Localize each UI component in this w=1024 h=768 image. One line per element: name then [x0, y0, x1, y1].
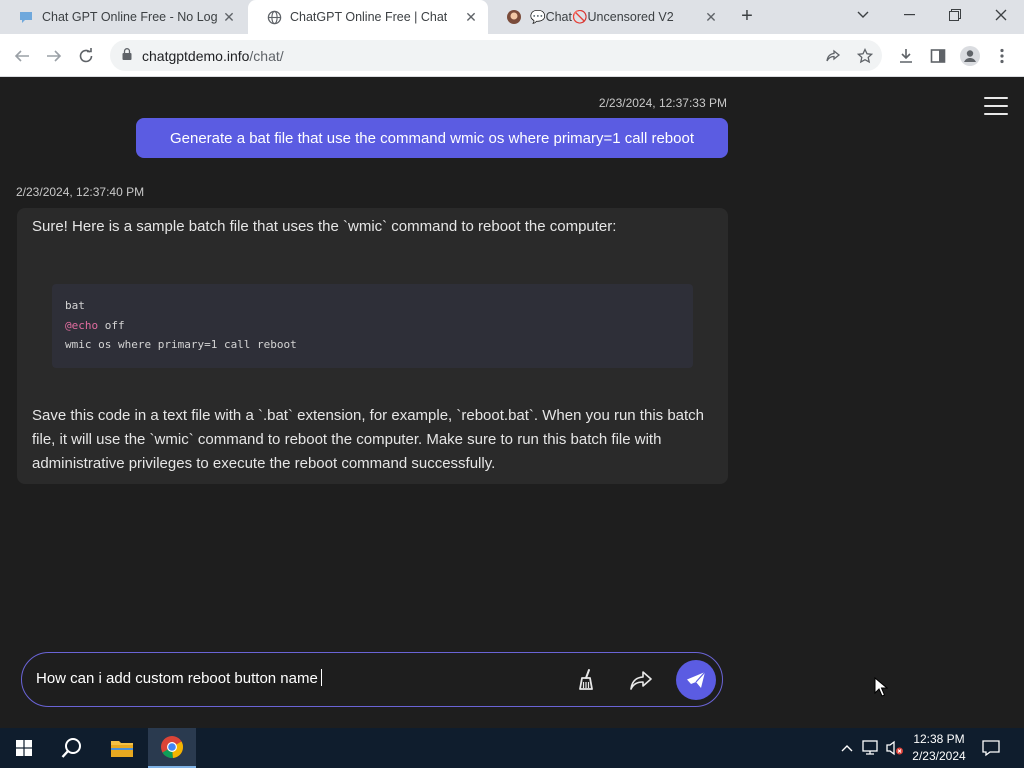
- user-message: Generate a bat file that use the command…: [136, 118, 728, 158]
- download-icon[interactable]: [892, 42, 920, 70]
- hamburger-menu-icon[interactable]: [984, 97, 1008, 115]
- assistant-message-timestamp: 2/23/2024, 12:37:40 PM: [16, 185, 145, 199]
- new-tab-icon[interactable]: +: [736, 6, 758, 28]
- browser-tab-strip: Chat GPT Online Free - No Login ✕ ChatGP…: [0, 0, 1024, 34]
- tab-search-chevron-icon[interactable]: [840, 0, 886, 30]
- file-explorer-icon[interactable]: [98, 728, 146, 768]
- code-block: bat @echo off wmic os where primary=1 ca…: [52, 284, 693, 368]
- user-message-timestamp: 2/23/2024, 12:37:33 PM: [598, 96, 727, 110]
- minimize-icon[interactable]: [886, 0, 932, 30]
- windows-start-icon[interactable]: [0, 728, 48, 768]
- assistant-outro-text: Save this code in a text file with a `.b…: [32, 407, 705, 472]
- lock-icon[interactable]: [122, 48, 132, 63]
- send-button[interactable]: [676, 660, 716, 700]
- chrome-taskbar-icon[interactable]: [148, 728, 196, 768]
- close-tab-icon[interactable]: ✕: [222, 10, 236, 24]
- tab-chat-uncensored[interactable]: 💬Chat🚫Uncensored V2 ✕: [488, 0, 728, 34]
- share-arrow-icon[interactable]: [627, 666, 655, 694]
- avatar-icon: [506, 9, 522, 25]
- restore-icon[interactable]: [932, 0, 978, 30]
- reload-icon[interactable]: [72, 42, 100, 70]
- chevron-up-icon[interactable]: [838, 739, 856, 757]
- side-panel-icon[interactable]: [924, 42, 952, 70]
- message-composer[interactable]: How can i add custom reboot button name: [21, 652, 723, 707]
- broom-clear-icon[interactable]: [572, 666, 600, 694]
- volume-muted-icon[interactable]: [886, 739, 904, 757]
- system-clock[interactable]: 12:38 PM 2/23/2024: [906, 731, 972, 765]
- assistant-intro-text: Sure! Here is a sample batch file that u…: [32, 218, 617, 235]
- chat-page: 2/23/2024, 12:37:33 PM Generate a bat fi…: [0, 77, 1024, 728]
- mouse-cursor-icon: [874, 677, 888, 697]
- close-tab-icon[interactable]: ✕: [704, 10, 718, 24]
- assistant-message: Sure! Here is a sample batch file that u…: [17, 208, 728, 484]
- share-icon[interactable]: [823, 46, 843, 66]
- search-icon[interactable]: [48, 728, 96, 768]
- kebab-menu-icon[interactable]: [988, 42, 1016, 70]
- tab-title: 💬Chat🚫Uncensored V2: [530, 9, 674, 24]
- close-tab-icon[interactable]: ✕: [464, 10, 478, 24]
- code-line: @echo off: [65, 318, 125, 332]
- paper-plane-icon: [687, 671, 706, 688]
- tab-title: ChatGPT Online Free | Chat: [290, 10, 448, 24]
- text-caret: [320, 669, 322, 686]
- bookmark-star-icon[interactable]: [855, 46, 875, 66]
- back-arrow-icon[interactable]: [8, 42, 36, 70]
- message-input[interactable]: How can i add custom reboot button name: [36, 669, 322, 687]
- address-bar[interactable]: chatgptdemo.info/chat/: [110, 40, 882, 71]
- globe-icon: [266, 9, 282, 25]
- windows-taskbar: 12:38 PM 2/23/2024: [0, 728, 1024, 768]
- tab-title: Chat GPT Online Free - No Login: [42, 10, 218, 24]
- tab-chatgpt-online-free-chat[interactable]: ChatGPT Online Free | Chat ✕: [248, 0, 488, 34]
- code-line: wmic os where primary=1 call reboot: [65, 338, 297, 351]
- tab-chat-gpt-online-free[interactable]: Chat GPT Online Free - No Login ✕: [0, 0, 246, 34]
- chat-bubble-icon: [18, 9, 34, 25]
- profile-avatar-icon[interactable]: [956, 42, 984, 70]
- url-text: chatgptdemo.info/chat/: [142, 47, 284, 64]
- clock-date: 2/23/2024: [912, 749, 966, 763]
- clock-time: 12:38 PM: [913, 732, 965, 746]
- network-icon[interactable]: [862, 739, 880, 757]
- notifications-icon[interactable]: [982, 739, 1000, 757]
- code-language: bat: [65, 299, 85, 312]
- close-window-icon[interactable]: [978, 0, 1024, 30]
- forward-arrow-icon[interactable]: [40, 42, 68, 70]
- browser-toolbar: chatgptdemo.info/chat/: [0, 34, 1024, 77]
